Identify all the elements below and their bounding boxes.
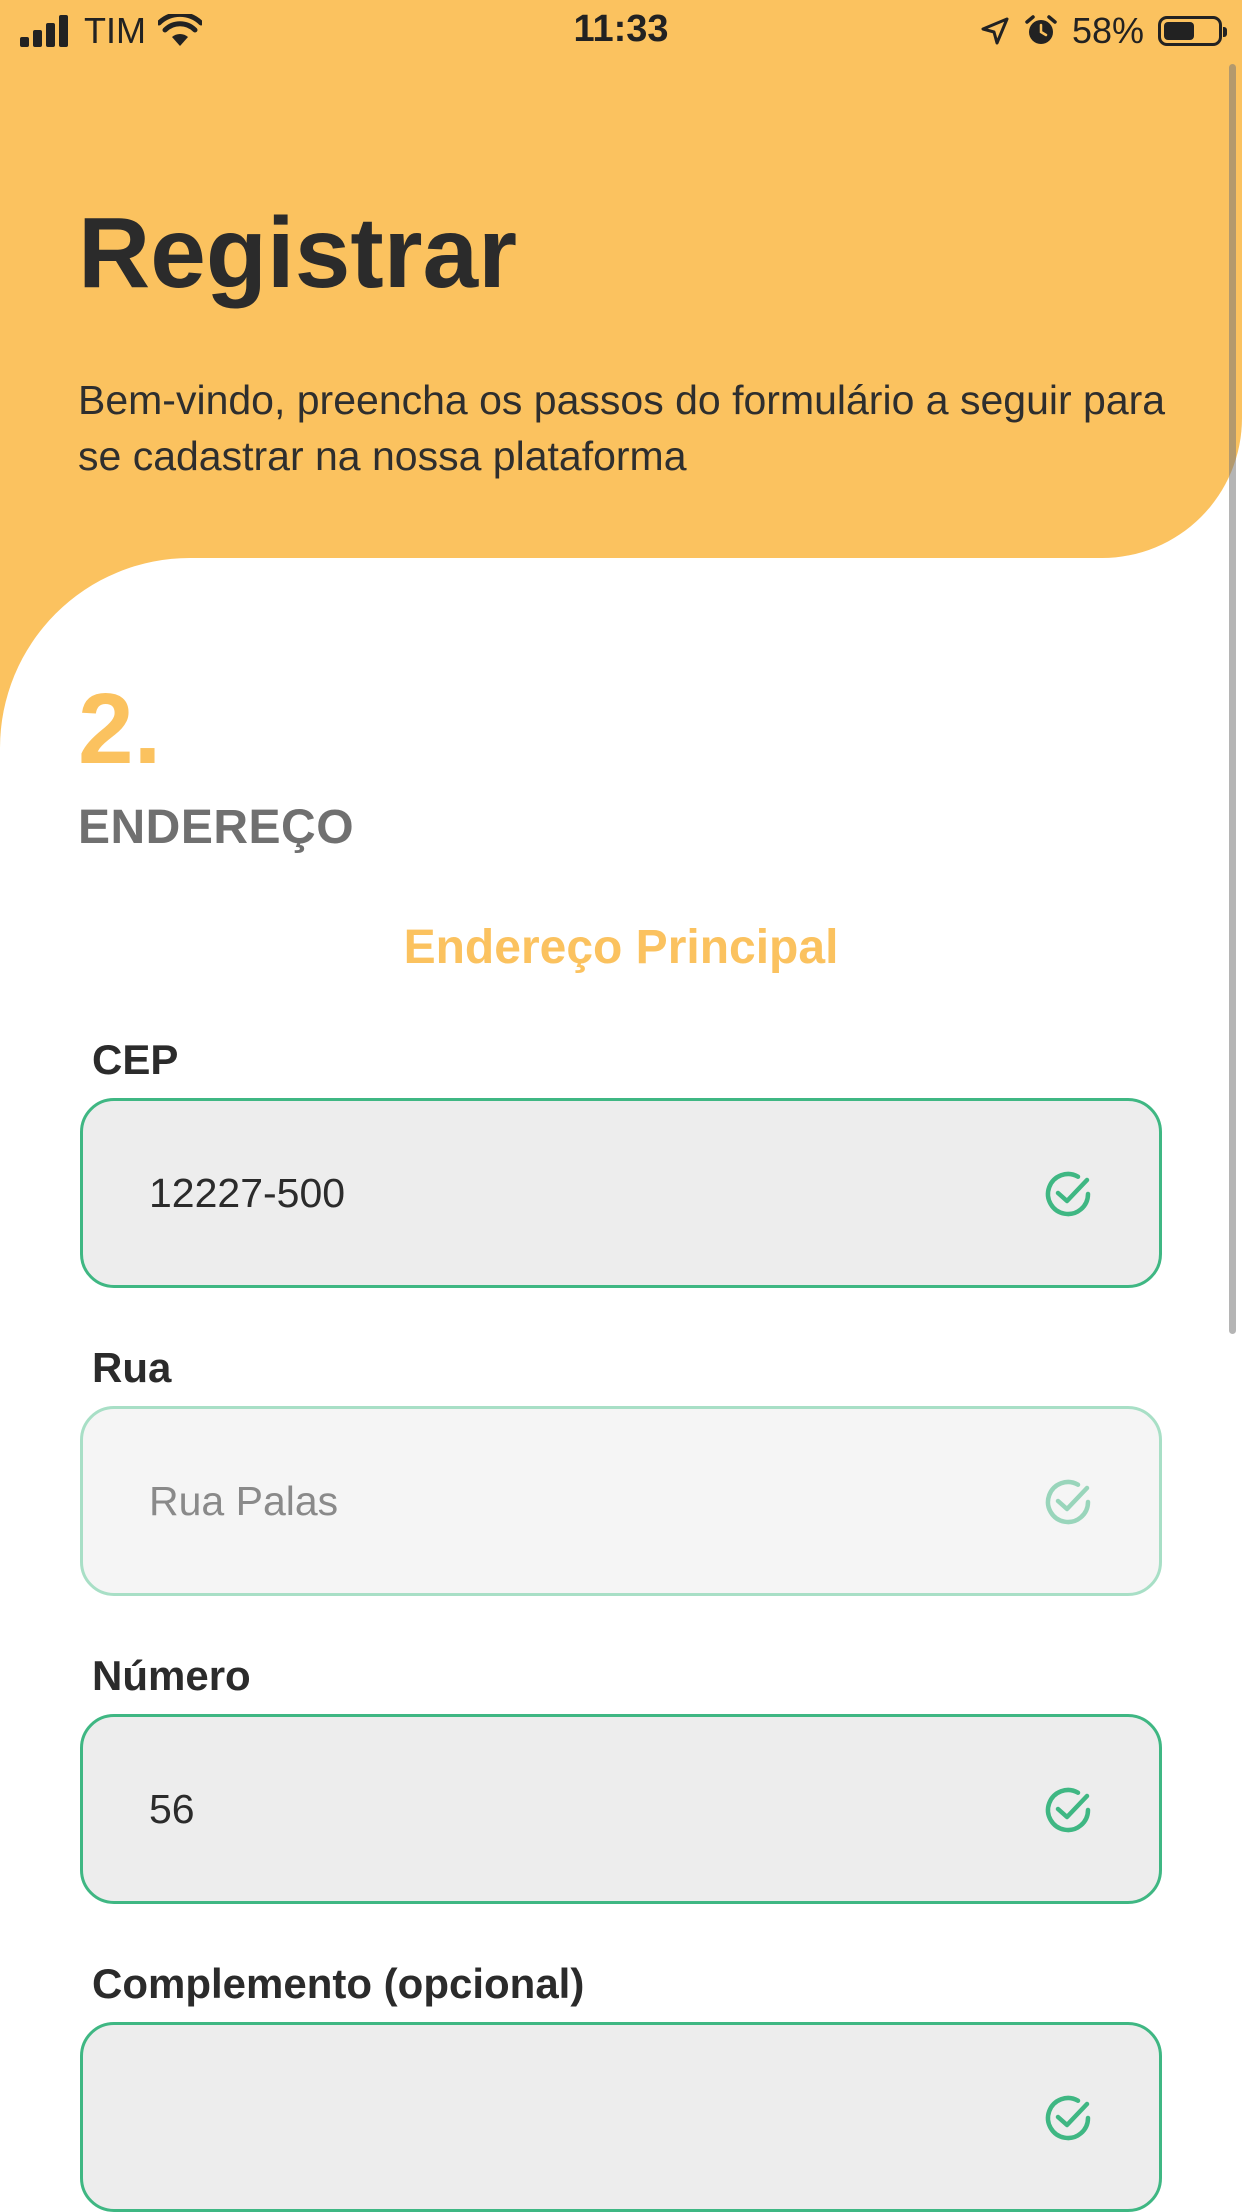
numero-label: Número [92, 1652, 251, 1699]
step-title: ENDEREÇO [78, 801, 355, 854]
page-title: Registrar [78, 197, 518, 309]
rua-value: Rua Palas [149, 1478, 339, 1524]
cep-field[interactable]: 12227-500 [80, 1098, 1162, 1288]
location-arrow-icon [981, 17, 1009, 45]
scroll-indicator[interactable] [1229, 64, 1236, 1334]
check-circle-icon [1045, 2095, 1091, 2141]
cep-label: CEP [92, 1036, 179, 1083]
rua-field[interactable]: Rua Palas [80, 1406, 1162, 1596]
check-circle-icon [1045, 1479, 1091, 1525]
numero-field[interactable]: 56 [80, 1714, 1162, 1904]
step-number: 2. [78, 673, 162, 785]
battery-level-fill [1164, 22, 1194, 40]
battery-percentage: 58% [1071, 10, 1144, 51]
status-bar-right: 58% [980, 10, 1227, 52]
check-circle-icon [1045, 1171, 1091, 1217]
complemento-label: Complemento (opcional) [92, 1960, 585, 2007]
numero-value: 56 [149, 1786, 195, 1832]
complemento-field[interactable] [80, 2022, 1162, 2212]
check-circle-icon [1045, 1787, 1091, 1833]
alarm-icon [1025, 15, 1057, 44]
battery-icon [1158, 16, 1227, 46]
section-title: Endereço Principal [403, 921, 839, 974]
rua-label: Rua [92, 1344, 172, 1391]
status-bar: TIM 11:33 58% [0, 0, 1242, 62]
cep-value: 12227-500 [149, 1170, 346, 1216]
page-subtitle: Bem-vindo, preencha os passos do formulá… [78, 377, 1166, 479]
battery-tip [1223, 27, 1227, 37]
